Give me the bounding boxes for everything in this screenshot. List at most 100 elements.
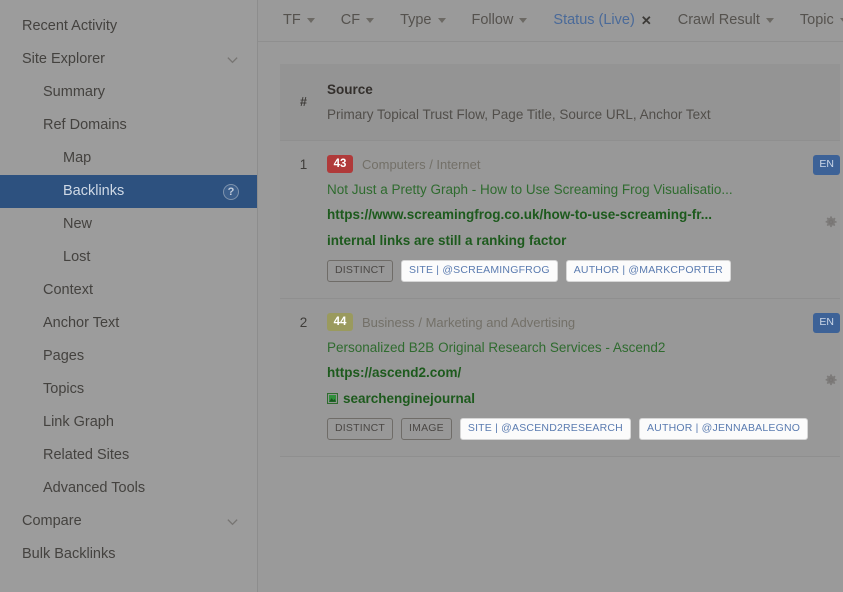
table-row[interactable]: 143Computers / Internet Not Just a Pretty… <box>280 140 840 299</box>
tag-badge[interactable]: DISTINCT <box>327 418 393 440</box>
sidebar-item-label: Map <box>63 151 91 166</box>
sidebar-item-label: Pages <box>43 349 84 364</box>
sidebar-item-label: Link Graph <box>43 415 114 430</box>
sidebar-item-label: Summary <box>43 85 105 100</box>
sidebar-item-label: Related Sites <box>43 448 129 463</box>
sidebar-item-anchor-text[interactable]: Anchor Text <box>0 307 257 340</box>
sidebar-item-link-graph[interactable]: Link Graph <box>0 406 257 439</box>
sidebar-item-related-sites[interactable]: Related Sites <box>0 439 257 472</box>
filter-follow[interactable]: Follow <box>459 13 541 28</box>
gear-icon[interactable] <box>824 215 838 229</box>
filter-crawl-result[interactable]: Crawl Result <box>665 13 787 28</box>
table-row[interactable]: 244 Business / Marketing and Advertising P… <box>280 299 840 457</box>
language-badge[interactable]: EN <box>813 313 840 333</box>
help-icon[interactable]: ? <box>223 184 239 200</box>
main-content: TF CF Type Follow Status (Live) ✕ Crawl Result… <box>258 0 843 592</box>
table-body: 143Computers / Internet Not Just a Pretty… <box>280 140 840 457</box>
sidebar-item-new[interactable]: New <box>0 208 257 241</box>
source-url-link[interactable]: https://www.screamingfrog.co.uk/how-to-u… <box>327 207 824 222</box>
sidebar-item-lost[interactable]: Lost <box>0 241 257 274</box>
sidebar-item-label: Recent Activity <box>22 19 117 34</box>
filter-toolbar: TF CF Type Follow Status (Live) ✕ Crawl Result… <box>258 0 843 42</box>
sidebar-item-label: Compare <box>22 514 82 529</box>
table-header-row: # Source Primary Topical Trust Flow, Pag… <box>280 64 840 140</box>
row-index: 1 <box>280 155 327 282</box>
anchor-text-label: internal links are still a ranking facto… <box>327 233 566 248</box>
column-header-source-title: Source <box>327 82 830 97</box>
filter-label: Status (Live) <box>553 13 634 28</box>
anchor-text[interactable]: searchenginejournal <box>327 391 824 406</box>
sidebar-item-label: Anchor Text <box>43 316 119 331</box>
tag-badge[interactable]: SITE | @ASCEND2RESEARCH <box>460 418 631 440</box>
sidebar-item-backlinks[interactable]: Backlinks? <box>0 175 257 208</box>
caret-down-icon <box>519 18 527 23</box>
sidebar-item-map[interactable]: Map <box>0 142 257 175</box>
column-header-source-subtitle: Primary Topical Trust Flow, Page Title, … <box>327 107 830 122</box>
sidebar-item-recent-activity[interactable]: Recent Activity <box>0 10 257 43</box>
sidebar-item-bulk-backlinks[interactable]: Bulk Backlinks <box>0 538 257 571</box>
sidebar-item-label: Lost <box>63 250 90 265</box>
column-header-index: # <box>280 95 327 109</box>
sidebar-item-pages[interactable]: Pages <box>0 340 257 373</box>
filter-status-live-[interactable]: Status (Live) ✕ <box>540 13 664 28</box>
sidebar-item-ref-domains[interactable]: Ref Domains <box>0 109 257 142</box>
trust-flow-badge: 44 <box>327 313 353 331</box>
sidebar-item-label: Topics <box>43 382 84 397</box>
sidebar-item-context[interactable]: Context <box>0 274 257 307</box>
tag-badge[interactable]: IMAGE <box>401 418 452 440</box>
caret-down-icon <box>766 18 774 23</box>
sidebar-item-label: Site Explorer <box>22 52 105 67</box>
backlinks-table: # Source Primary Topical Trust Flow, Pag… <box>280 64 840 457</box>
sidebar-item-label: Backlinks <box>63 184 124 199</box>
caret-down-icon <box>438 18 446 23</box>
filter-topic[interactable]: Topic <box>787 13 843 28</box>
topic-line: 43Computers / Internet <box>327 155 824 173</box>
filter-label: TF <box>283 13 301 28</box>
sidebar-item-label: New <box>63 217 92 232</box>
caret-down-icon <box>366 18 374 23</box>
trust-flow-badge: 43 <box>327 155 353 173</box>
results-panel: # Source Primary Topical Trust Flow, Pag… <box>258 42 843 457</box>
sidebar-item-label: Ref Domains <box>43 118 127 133</box>
page-title-link[interactable]: Personalized B2B Original Research Servi… <box>327 340 824 355</box>
sidebar-item-site-explorer[interactable]: Site Explorer <box>0 43 257 76</box>
sidebar-item-topics[interactable]: Topics <box>0 373 257 406</box>
filter-tf[interactable]: TF <box>270 13 328 28</box>
language-badge[interactable]: EN <box>813 155 840 175</box>
chevron-down-icon <box>226 53 239 66</box>
sidebar-item-label: Advanced Tools <box>43 481 145 496</box>
tag-badge[interactable]: AUTHOR | @MARKCPORTER <box>566 260 731 282</box>
filter-label: CF <box>341 13 360 28</box>
image-icon <box>327 393 338 404</box>
sidebar-item-summary[interactable]: Summary <box>0 76 257 109</box>
source-url-link[interactable]: https://ascend2.com/ <box>327 365 824 380</box>
row-index: 2 <box>280 313 327 440</box>
gear-icon[interactable] <box>824 373 838 387</box>
page-title-link[interactable]: Not Just a Pretty Graph - How to Use Scr… <box>327 182 824 197</box>
anchor-text[interactable]: internal links are still a ranking facto… <box>327 233 824 248</box>
sidebar-item-label: Bulk Backlinks <box>22 547 115 562</box>
close-icon[interactable]: ✕ <box>641 14 652 27</box>
sidebar-item-label: Context <box>43 283 93 298</box>
row-body: 43Computers / Internet Not Just a Pretty … <box>327 155 840 282</box>
caret-down-icon <box>307 18 315 23</box>
topic-label: Business / Marketing and Advertising <box>362 315 575 330</box>
row-body: 44 Business / Marketing and Advertising Pe… <box>327 313 840 440</box>
sidebar: Recent Activity Site Explorer Summary Ref D… <box>0 0 258 592</box>
column-header-source: Source Primary Topical Trust Flow, Page … <box>327 82 840 122</box>
sidebar-item-advanced-tools[interactable]: Advanced Tools <box>0 472 257 505</box>
tag-badge[interactable]: AUTHOR | @JENNABALEGNO <box>639 418 808 440</box>
filter-label: Type <box>400 13 431 28</box>
tag-list: DISTINCT IMAGE SITE | @ASCEND2RESEARCH AUTH… <box>327 418 824 440</box>
tag-badge[interactable]: DISTINCT <box>327 260 393 282</box>
sidebar-item-compare[interactable]: Compare <box>0 505 257 538</box>
tag-badge[interactable]: SITE | @SCREAMINGFROG <box>401 260 558 282</box>
filter-label: Follow <box>472 13 514 28</box>
filter-cf[interactable]: CF <box>328 13 387 28</box>
tag-list: DISTINCT SITE | @SCREAMINGFROG AUTHOR | @M… <box>327 260 824 282</box>
anchor-text-label: searchenginejournal <box>343 391 475 406</box>
filter-label: Crawl Result <box>678 13 760 28</box>
filter-type[interactable]: Type <box>387 13 458 28</box>
topic-line: 44 Business / Marketing and Advertising <box>327 313 824 331</box>
filter-label: Topic <box>800 13 834 28</box>
